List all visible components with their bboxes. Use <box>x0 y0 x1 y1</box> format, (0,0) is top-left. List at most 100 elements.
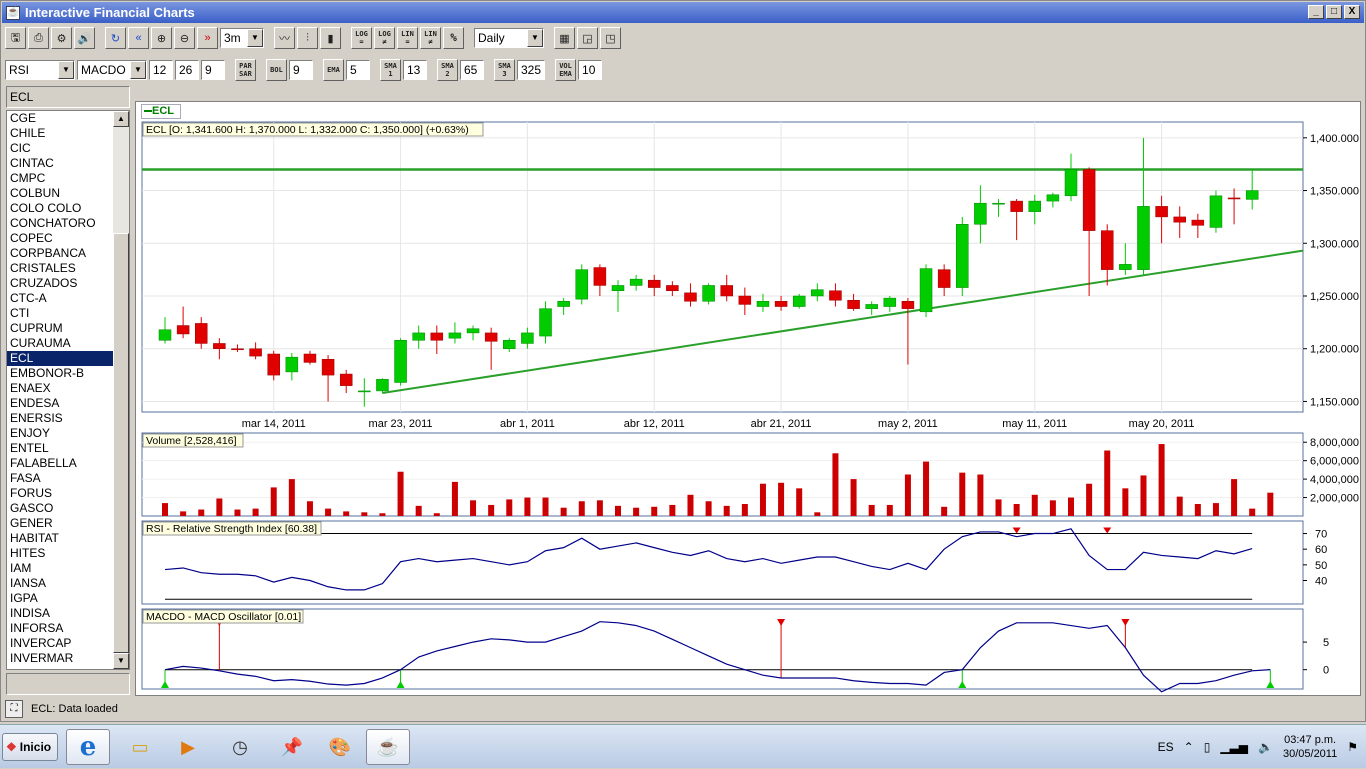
symbol-list-item[interactable]: INFORSA <box>7 621 114 636</box>
symbol-list-item[interactable]: ENTEL <box>7 441 114 456</box>
symbol-list-item[interactable]: CRUZADOS <box>7 276 114 291</box>
overlay-chart-icon[interactable]: ◲ <box>577 27 598 49</box>
range-select[interactable]: 3m ▼ <box>220 28 264 48</box>
indicator2-select[interactable]: MACDO ▼ <box>77 60 147 80</box>
scroll-down-icon[interactable]: ▼ <box>113 653 129 669</box>
bollinger-button[interactable]: BOL <box>266 59 287 81</box>
rewind-icon[interactable]: « <box>128 27 149 49</box>
symbol-list-item[interactable]: CMPC <box>7 171 114 186</box>
minimize-button[interactable]: _ <box>1308 5 1324 19</box>
clock-icon[interactable]: ◷ <box>218 729 262 765</box>
symbol-list-item[interactable]: CTI <box>7 306 114 321</box>
volume-icon[interactable]: 🔈 <box>1258 740 1273 754</box>
lin-equal-button[interactable]: LIN = <box>397 27 418 49</box>
pushpin-icon[interactable]: 📌 <box>270 729 314 765</box>
symbol-list-item[interactable]: CORPBANCA <box>7 246 114 261</box>
symbol-list-scrollbar[interactable]: ▲ ▼ <box>113 111 129 669</box>
save-icon[interactable]: 🖫 <box>5 27 26 49</box>
media-player-icon[interactable]: ▶ <box>166 729 210 765</box>
sma3-field[interactable]: 325 <box>517 60 546 80</box>
macd-slow-field[interactable]: 26 <box>175 60 199 80</box>
lin-notequal-button[interactable]: LIN ≠ <box>420 27 441 49</box>
symbol-list-item[interactable]: ENERSIS <box>7 411 114 426</box>
symbol-list-item[interactable]: ENJOY <box>7 426 114 441</box>
battery-icon[interactable]: ▯ <box>1204 740 1211 754</box>
start-button[interactable]: ❖ Inicio <box>2 733 58 761</box>
symbol-list-item[interactable]: INVERCAP <box>7 636 114 651</box>
symbol-list-item[interactable]: COPEC <box>7 231 114 246</box>
sma1-button[interactable]: SMA 1 <box>380 59 401 81</box>
zoom-out-icon[interactable]: ⊖ <box>174 27 195 49</box>
symbol-list-item[interactable]: CTC-A <box>7 291 114 306</box>
close-button[interactable]: X <box>1344 5 1360 19</box>
clock[interactable]: 03:47 p.m. 30/05/2011 <box>1283 733 1337 761</box>
zoom-in-icon[interactable]: ⊕ <box>151 27 172 49</box>
symbol-list-item[interactable]: INVERMAR <box>7 651 114 666</box>
ema-button[interactable]: EMA <box>323 59 344 81</box>
sound-icon[interactable]: 🔊 <box>74 27 95 49</box>
symbol-list-item[interactable]: CIC <box>7 141 114 156</box>
chart-area[interactable]: 1,150.000 1,200.000 1,250.000 1,300.000 1,35… <box>135 101 1361 696</box>
parabolic-sar-button[interactable]: PAR SAR <box>235 59 256 81</box>
sma2-button[interactable]: SMA 2 <box>437 59 458 81</box>
symbol-list-item[interactable]: CINTAC <box>7 156 114 171</box>
palette-icon[interactable]: ▦ <box>554 27 575 49</box>
symbol-list-item[interactable]: IAM <box>7 561 114 576</box>
ema-field[interactable]: 5 <box>346 60 370 80</box>
print-icon[interactable]: ⎙ <box>28 27 49 49</box>
period-select[interactable]: Daily ▼ <box>474 28 544 48</box>
internet-explorer-icon[interactable]: e <box>66 729 110 765</box>
bar-chart-icon[interactable]: ⫶ <box>297 27 318 49</box>
line-chart-icon[interactable]: 〰 <box>274 27 295 49</box>
indicator1-select[interactable]: RSI ▼ <box>5 60 75 80</box>
symbol-list-item[interactable]: IANSA <box>7 576 114 591</box>
symbol-list-item[interactable]: ENDESA <box>7 396 114 411</box>
symbol-list-item[interactable]: GASCO <box>7 501 114 516</box>
signal-icon[interactable]: ▁▃▅ <box>1220 740 1248 754</box>
symbol-list-item[interactable]: FALABELLA <box>7 456 114 471</box>
scroll-up-icon[interactable]: ▲ <box>113 111 129 127</box>
symbol-list-item[interactable]: FORUS <box>7 486 114 501</box>
log-equal-button[interactable]: LOG = <box>351 27 372 49</box>
refresh-icon[interactable]: ↻ <box>105 27 126 49</box>
symbol-list-item[interactable]: IGPA <box>7 591 114 606</box>
symbol-list-item[interactable]: HABITAT <box>7 531 114 546</box>
symbol-list-item[interactable]: CRISTALES <box>7 261 114 276</box>
symbol-list-item[interactable]: COLBUN <box>7 186 114 201</box>
action-center-icon[interactable]: ⚑ <box>1347 740 1358 754</box>
status-icon[interactable]: ⛶ <box>5 700 23 718</box>
symbol-input[interactable]: ECL <box>6 86 130 108</box>
symbol-list-item[interactable]: EMBONOR-B <box>7 366 114 381</box>
language-indicator[interactable]: ES <box>1158 740 1174 754</box>
sma2-field[interactable]: 65 <box>460 60 484 80</box>
symbol-list-item[interactable]: ENAEX <box>7 381 114 396</box>
forward-icon[interactable]: » <box>197 27 218 49</box>
percent-button[interactable]: % <box>443 27 464 49</box>
sma3-button[interactable]: SMA 3 <box>494 59 515 81</box>
symbol-list-item[interactable]: INDISA <box>7 606 114 621</box>
symbol-list-item[interactable]: FASA <box>7 471 114 486</box>
symbol-list-item[interactable]: ECL <box>7 351 114 366</box>
scroll-thumb[interactable] <box>113 233 129 653</box>
symbol-list-item[interactable]: COLO COLO <box>7 201 114 216</box>
symbol-list-item[interactable]: CGE <box>7 111 114 126</box>
paint-icon[interactable]: 🎨 <box>318 729 362 765</box>
macd-signal-field[interactable]: 9 <box>201 60 225 80</box>
show-hidden-icons-icon[interactable]: ⌃ <box>1184 740 1194 754</box>
symbol-list-item[interactable]: CONCHATORO <box>7 216 114 231</box>
symbol-list-item[interactable]: HITES <box>7 546 114 561</box>
log-notequal-button[interactable]: LOG ≠ <box>374 27 395 49</box>
maximize-button[interactable]: □ <box>1326 5 1342 19</box>
window-chart-icon[interactable]: ◳ <box>600 27 621 49</box>
title-bar[interactable]: ☕ Interactive Financial Charts _ □ X <box>2 2 1364 23</box>
java-app-taskbar-icon[interactable]: ☕ <box>366 729 410 765</box>
symbol-list-item[interactable]: CUPRUM <box>7 321 114 336</box>
macd-fast-field[interactable]: 12 <box>149 60 173 80</box>
symbol-list-item[interactable]: CHILE <box>7 126 114 141</box>
symbol-list-item[interactable]: GENER <box>7 516 114 531</box>
volume-ema-button[interactable]: VOL EMA <box>555 59 577 81</box>
symbol-list-item[interactable]: CURAUMA <box>7 336 114 351</box>
bollinger-field[interactable]: 9 <box>289 60 313 80</box>
candlestick-icon[interactable]: ▮ <box>320 27 341 49</box>
folder-icon[interactable]: ▭ <box>118 729 162 765</box>
